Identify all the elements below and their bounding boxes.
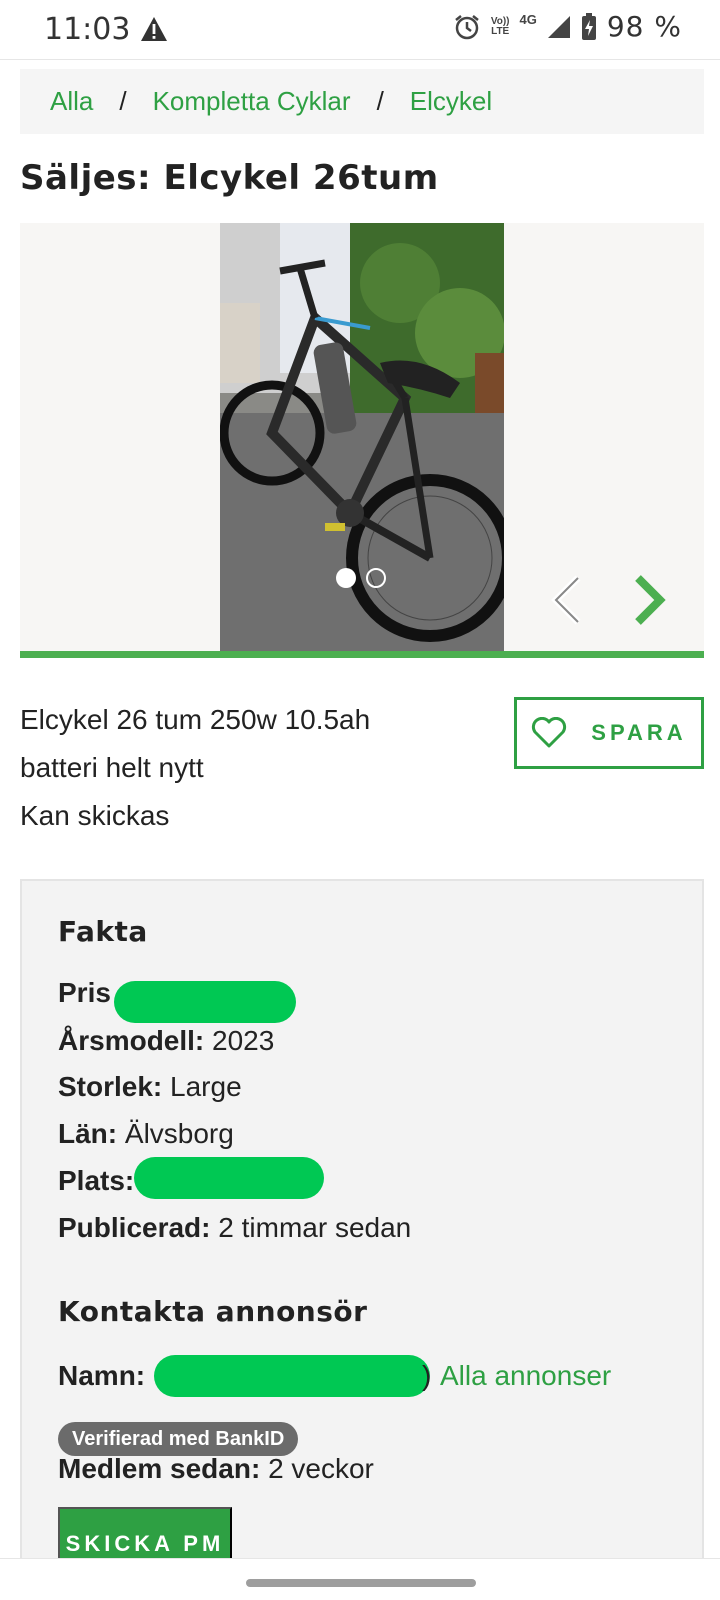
fact-model-year: Årsmodell: 2023 [58, 1025, 274, 1057]
network-type: 4G [519, 12, 537, 27]
size-label: Storlek: [58, 1071, 163, 1102]
county-label: Län: [58, 1118, 118, 1149]
all-ads-link[interactable]: Alla annonser [440, 1360, 611, 1392]
published-label: Publicerad: [58, 1212, 211, 1243]
status-icons: Vo)) LTE 4G 98 % [453, 10, 682, 43]
save-button[interactable]: SPARA [514, 697, 704, 769]
contact-title: Kontakta annonsör [58, 1295, 368, 1328]
navigation-bar [0, 1558, 720, 1600]
fact-price: Pris [58, 977, 111, 1009]
fakta-title: Fakta [58, 915, 148, 948]
price-label: Pris [58, 977, 111, 1008]
county-value: Älvsborg [124, 1118, 234, 1149]
breadcrumb-kompletta-cyklar[interactable]: Kompletta Cyklar [153, 86, 351, 117]
status-bar: 11:03 Vo)) LTE 4G 98 % [0, 0, 720, 60]
gallery-dot-1[interactable] [336, 568, 356, 588]
battery-percentage: 98 % [606, 10, 682, 43]
breadcrumb-alla[interactable]: Alla [50, 86, 93, 117]
size-value: Large [170, 1071, 242, 1102]
name-label: Namn: [58, 1360, 146, 1391]
redacted-price [114, 981, 296, 1023]
published-value: 2 timmar sedan [218, 1212, 412, 1243]
fact-name: Namn: [58, 1360, 145, 1392]
fact-member-since: Medlem sedan: 2 veckor [58, 1453, 374, 1485]
model-year-value: 2023 [212, 1025, 275, 1056]
page-title: Säljes: Elcykel 26tum [20, 158, 439, 198]
gallery-progress-bar [20, 651, 704, 658]
redacted-name [154, 1355, 430, 1397]
bankid-verified-badge: Verifierad med BankID [58, 1422, 299, 1456]
chevron-right-icon[interactable] [628, 575, 668, 625]
listing-description: Elcykel 26 tum 250w 10.5ah batteri helt … [20, 696, 490, 840]
fact-county: Län: Älvsborg [58, 1118, 234, 1150]
breadcrumb: Alla / Kompletta Cyklar / Elcykel [20, 69, 704, 134]
gallery-dot-2[interactable] [366, 568, 386, 588]
description-line: Kan skickas [20, 800, 170, 831]
place-label: Plats: [58, 1165, 135, 1196]
breadcrumb-separator: / [119, 86, 127, 116]
member-since-label: Medlem sedan: [58, 1453, 261, 1484]
gesture-handle[interactable] [246, 1579, 476, 1587]
redacted-place [134, 1157, 324, 1199]
member-since-value: 2 veckor [268, 1453, 374, 1484]
fact-place: Plats: [58, 1165, 134, 1197]
fact-size: Storlek: Large [58, 1071, 242, 1103]
fact-published: Publicerad: 2 timmar sedan [58, 1212, 411, 1244]
description-line: batteri helt nytt [20, 752, 204, 783]
fakta-card: Fakta Pris Årsmodell: 2023 Storlek: Larg… [20, 879, 704, 1581]
image-gallery[interactable] [20, 223, 704, 651]
bike-photo[interactable] [220, 223, 504, 651]
model-year-label: Årsmodell: [58, 1025, 205, 1056]
volte-indicator: Vo)) LTE [490, 15, 510, 37]
breadcrumb-separator: / [376, 86, 384, 116]
cell-signal-icon [547, 15, 570, 38]
warning-triangle-icon [141, 17, 167, 41]
status-time: 11:03 [44, 12, 131, 47]
heart-icon [532, 717, 567, 748]
chevron-left-icon[interactable] [548, 575, 588, 625]
battery-charging-icon [581, 12, 596, 40]
breadcrumb-elcykel[interactable]: Elcykel [410, 86, 492, 117]
description-line: Elcykel 26 tum 250w 10.5ah [20, 704, 371, 735]
closing-paren: ) [422, 1360, 432, 1391]
alarm-clock-icon [455, 14, 479, 39]
save-label: SPARA [591, 720, 687, 745]
